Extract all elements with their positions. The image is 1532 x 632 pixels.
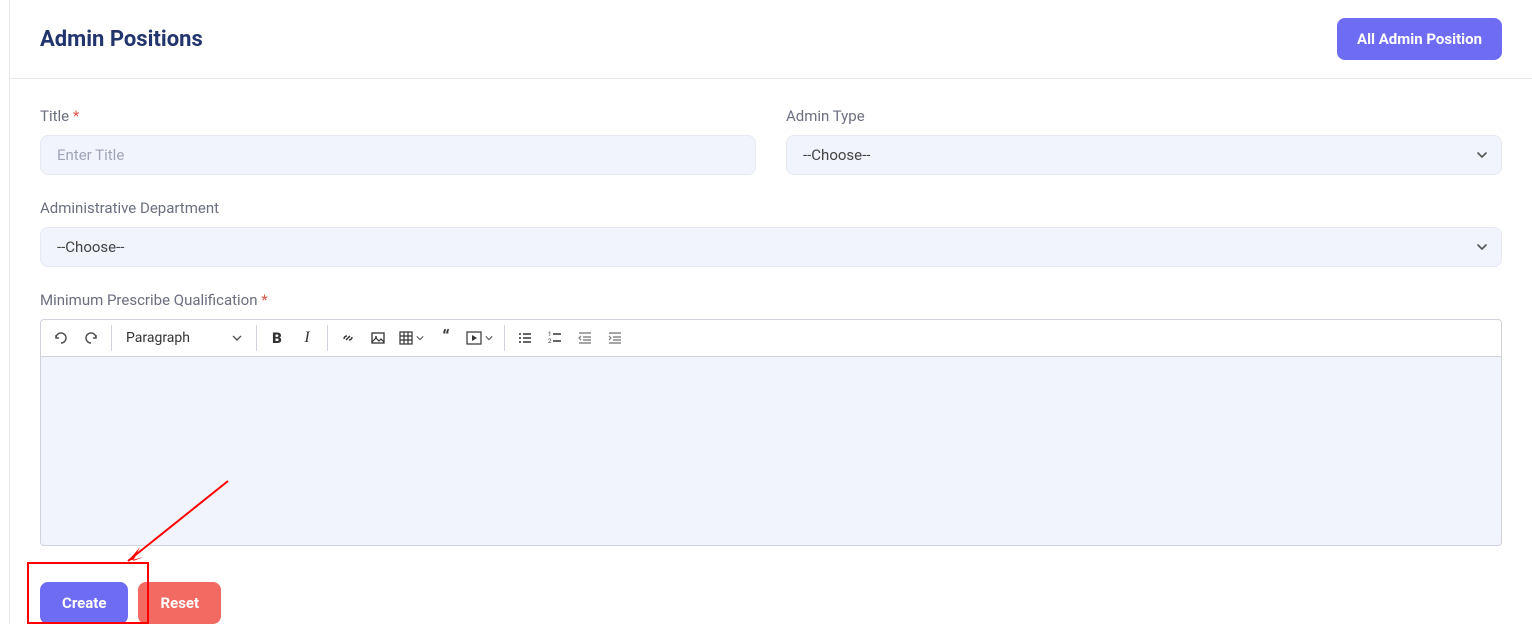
redo-icon	[83, 330, 99, 346]
admin-dept-label: Administrative Department	[40, 199, 1502, 217]
toolbar-divider	[504, 325, 505, 351]
all-admin-position-button[interactable]: All Admin Position	[1337, 18, 1502, 60]
paragraph-dropdown-label: Paragraph	[126, 330, 190, 346]
paragraph-dropdown[interactable]: Paragraph	[118, 326, 250, 350]
toolbar-divider	[111, 325, 112, 351]
required-indicator: *	[73, 107, 79, 125]
title-label-text: Title	[40, 107, 69, 125]
quote-icon: “	[442, 333, 449, 343]
editor-toolbar: Paragraph B I	[41, 320, 1501, 357]
numbered-list-button[interactable]: 12	[541, 324, 569, 352]
qualification-label-text: Minimum Prescribe Qualification	[40, 291, 258, 309]
italic-button[interactable]: I	[293, 324, 321, 352]
rich-text-editor: Paragraph B I	[40, 319, 1502, 546]
form-area: Title * Admin Type --Choose-- Administra…	[10, 79, 1532, 576]
indent-icon	[607, 330, 623, 346]
bold-icon: B	[272, 329, 282, 347]
media-button[interactable]	[462, 324, 498, 352]
qualification-label: Minimum Prescribe Qualification *	[40, 291, 1502, 309]
admin-dept-field-group: Administrative Department --Choose--	[40, 199, 1502, 267]
blockquote-button[interactable]: “	[432, 324, 460, 352]
outdent-icon	[577, 330, 593, 346]
page-header: Admin Positions All Admin Position	[10, 0, 1532, 79]
required-indicator: *	[261, 291, 267, 309]
toolbar-divider	[256, 325, 257, 351]
svg-text:2: 2	[548, 338, 552, 345]
undo-button[interactable]	[47, 324, 75, 352]
chevron-down-icon	[416, 334, 424, 342]
svg-text:1: 1	[548, 331, 551, 338]
italic-icon: I	[304, 329, 309, 347]
image-icon	[370, 330, 386, 346]
qualification-field-group: Minimum Prescribe Qualification *	[40, 291, 1502, 546]
chevron-down-icon	[232, 333, 242, 343]
toolbar-divider	[327, 325, 328, 351]
create-button[interactable]: Create	[40, 582, 128, 624]
bold-button[interactable]: B	[263, 324, 291, 352]
admin-dept-select[interactable]: --Choose--	[40, 227, 1502, 267]
image-button[interactable]	[364, 324, 392, 352]
table-icon	[399, 331, 413, 345]
admin-type-label: Admin Type	[786, 107, 1502, 125]
reset-button[interactable]: Reset	[138, 582, 221, 624]
link-icon	[340, 330, 356, 346]
admin-type-field-group: Admin Type --Choose--	[786, 107, 1502, 175]
admin-type-select[interactable]: --Choose--	[786, 135, 1502, 175]
title-field-group: Title *	[40, 107, 756, 175]
table-button[interactable]	[394, 324, 430, 352]
editor-content-area[interactable]	[41, 357, 1501, 545]
numbered-list-icon: 12	[547, 330, 563, 346]
redo-button[interactable]	[77, 324, 105, 352]
title-label: Title *	[40, 107, 756, 125]
form-actions: Create Reset	[10, 582, 1532, 624]
bullet-list-button[interactable]	[511, 324, 539, 352]
title-input[interactable]	[40, 135, 756, 175]
indent-button[interactable]	[601, 324, 629, 352]
outdent-button[interactable]	[571, 324, 599, 352]
page-title: Admin Positions	[40, 27, 203, 52]
link-button[interactable]	[334, 324, 362, 352]
chevron-down-icon	[485, 334, 493, 342]
media-icon	[466, 331, 482, 345]
bullet-list-icon	[517, 330, 533, 346]
undo-icon	[53, 330, 69, 346]
